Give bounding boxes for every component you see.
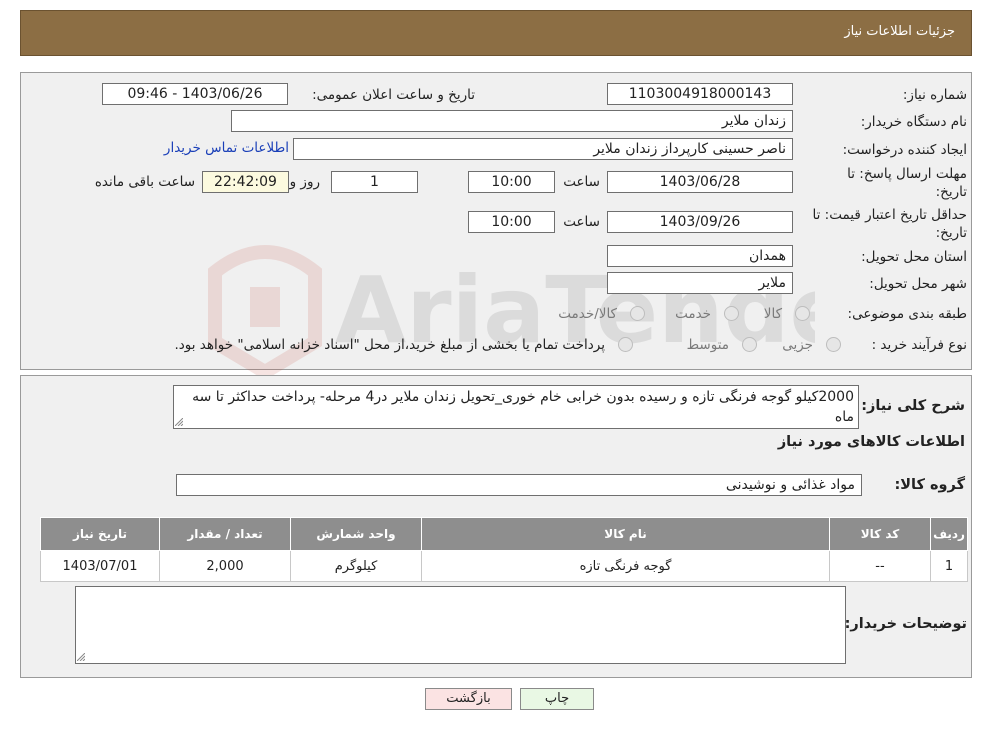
contact-info-link[interactable]: اطلاعات تماس خریدار: [164, 140, 289, 156]
radio-goods[interactable]: [795, 306, 810, 321]
col-quantity: تعداد / مقدار: [159, 517, 291, 551]
deadline-time-label: ساعت: [563, 174, 600, 190]
description-field[interactable]: 2000کیلو گوجه فرنگی تازه و رسیده بدون خر…: [173, 385, 859, 429]
cell-name: گوجه فرنگی تازه: [421, 550, 830, 582]
days-field: 1: [331, 171, 418, 193]
col-code: کد کالا: [829, 517, 931, 551]
col-unit: واحد شمارش: [290, 517, 422, 551]
goods-info-title: اطلاعات کالاهای مورد نیاز: [777, 434, 965, 450]
col-date: تاریخ نیاز: [40, 517, 160, 551]
radio-goods-service[interactable]: [630, 306, 645, 321]
buyer-label: نام دستگاه خریدار:: [860, 114, 967, 130]
cell-quantity: 2,000: [159, 550, 291, 582]
validity-time-label: ساعت: [563, 214, 600, 230]
announce-label: تاریخ و ساعت اعلان عمومی:: [312, 87, 475, 103]
deadline-time-field: 10:00: [468, 171, 555, 193]
description-label: شرح کلی نیاز:: [861, 398, 965, 414]
resize-grip-icon[interactable]: [175, 418, 183, 426]
cell-date: 1403/07/01: [40, 550, 160, 582]
buyer-notes-label: توضیحات خریدار:: [844, 616, 967, 632]
col-row: ردیف: [930, 517, 968, 551]
cell-unit: کیلوگرم: [290, 550, 422, 582]
days-label: روز و: [289, 174, 320, 190]
deadline-label: مهلت ارسال پاسخ: تا تاریخ:: [847, 166, 967, 200]
city-label: شهر محل تحویل:: [869, 276, 967, 292]
radio-goods-label: کالا: [763, 306, 782, 322]
radio-medium[interactable]: [742, 337, 757, 352]
creator-field: ناصر حسینی کارپرداز زندان ملایر: [293, 138, 793, 160]
table-row: 1 -- گوجه فرنگی تازه کیلوگرم 2,000 1403/…: [40, 550, 968, 582]
remaining-time-field: 22:42:09: [202, 171, 289, 193]
back-button[interactable]: بازگشت: [425, 688, 512, 710]
need-number-field: 1103004918000143: [607, 83, 793, 105]
validity-date-field: 1403/09/26: [607, 211, 793, 233]
city-field: ملایر: [607, 272, 793, 294]
resize-grip-icon[interactable]: [77, 653, 85, 661]
page-title: جزئیات اطلاعات نیاز: [844, 24, 955, 39]
radio-service-label: خدمت: [675, 306, 711, 322]
radio-service[interactable]: [724, 306, 739, 321]
validity-label: حداقل تاریخ اعتبار قیمت: تا تاریخ:: [812, 207, 967, 241]
items-table: ردیف کد کالا نام کالا واحد شمارش تعداد /…: [40, 517, 968, 582]
cell-code: --: [829, 550, 931, 582]
announce-field: 1403/06/26 - 09:46: [102, 83, 288, 105]
radio-treasury[interactable]: [618, 337, 633, 352]
table-header-row: ردیف کد کالا نام کالا واحد شمارش تعداد /…: [40, 517, 968, 551]
col-name: نام کالا: [421, 517, 830, 551]
remaining-label: ساعت باقی مانده: [94, 174, 195, 190]
need-number-label: شماره نیاز:: [902, 87, 967, 103]
goods-group-label: گروه کالا:: [894, 477, 965, 493]
goods-group-field: مواد غذائی و نوشیدنی: [176, 474, 862, 496]
buyer-field: زندان ملایر: [231, 110, 793, 132]
province-field: همدان: [607, 245, 793, 267]
province-label: استان محل تحویل:: [861, 249, 967, 265]
creator-label: ایجاد کننده درخواست:: [842, 142, 967, 158]
validity-time-field: 10:00: [468, 211, 555, 233]
radio-minor-label: جزیی: [782, 337, 813, 353]
process-note: پرداخت تمام یا بخشی از مبلغ خرید،از محل …: [174, 337, 605, 353]
page-header: جزئیات اطلاعات نیاز: [20, 10, 972, 56]
category-label: طبقه بندی موضوعی:: [847, 306, 967, 322]
print-button[interactable]: چاپ: [520, 688, 594, 710]
deadline-date-field: 1403/06/28: [607, 171, 793, 193]
process-label: نوع فرآیند خرید :: [871, 337, 967, 353]
buyer-notes-field[interactable]: [75, 586, 846, 664]
radio-minor[interactable]: [826, 337, 841, 352]
cell-row: 1: [930, 550, 968, 582]
radio-goods-service-label: کالا/خدمت: [558, 306, 617, 322]
radio-medium-label: متوسط: [686, 337, 729, 353]
